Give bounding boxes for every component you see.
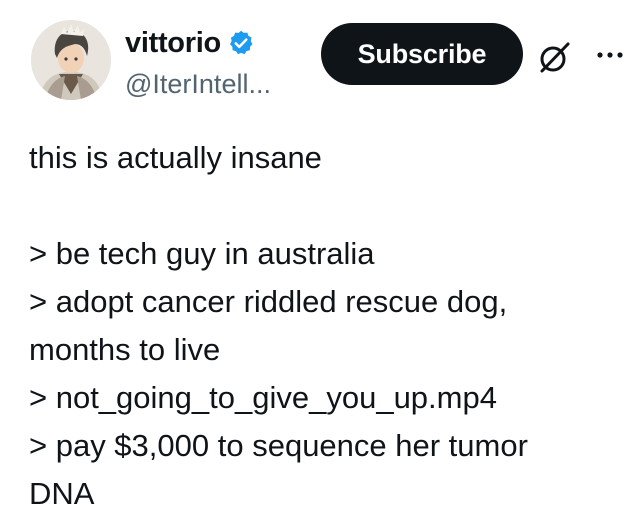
more-options-icon[interactable] [594, 40, 630, 70]
author-handle[interactable]: @IterIntell... [125, 68, 271, 100]
tweet-line: > not_going_to_give_you_up.mp4 [29, 380, 497, 415]
tweet: vittorio @IterIntell... Subscribe this i… [0, 0, 644, 514]
tweet-line: > be tech guy in australia [29, 236, 375, 271]
author-name-row[interactable]: vittorio [125, 26, 255, 60]
tweet-line: months to live [29, 332, 221, 367]
grok-icon[interactable] [536, 38, 574, 76]
tweet-line: this is actually insane [29, 140, 322, 175]
subscribe-button[interactable]: Subscribe [321, 23, 523, 85]
tweet-line: > pay $3,000 to sequence her tumor [29, 428, 528, 463]
display-name[interactable]: vittorio [125, 26, 221, 60]
tweet-line: > adopt cancer riddled rescue dog, [29, 284, 508, 319]
tweet-line: DNA [29, 476, 95, 511]
avatar[interactable] [31, 20, 111, 100]
tweet-text: this is actually insane > be tech guy in… [29, 134, 629, 518]
verified-badge-icon [227, 29, 255, 57]
avatar-image [31, 20, 111, 100]
